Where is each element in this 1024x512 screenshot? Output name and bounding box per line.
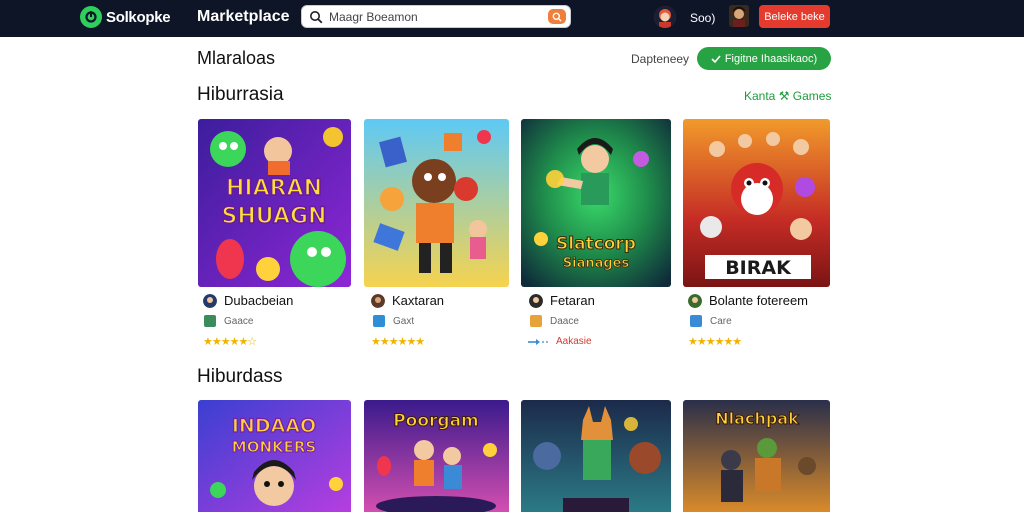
genre-icon bbox=[373, 315, 385, 327]
search-submit-button[interactable] bbox=[548, 9, 566, 24]
card-developer-row: Kaxtaran bbox=[371, 293, 444, 308]
header-cta-button[interactable]: Beleke beke bbox=[759, 5, 830, 28]
search-bar bbox=[301, 5, 571, 28]
card-genre-row: Care bbox=[690, 315, 732, 327]
card-developer-row: Fetaran bbox=[529, 293, 595, 308]
game-card-thumbnail[interactable] bbox=[364, 119, 509, 287]
card-art-title-line2: Sianages bbox=[563, 256, 630, 271]
card-art-title-line1: INDAAO bbox=[232, 415, 316, 437]
game-card-thumbnail[interactable]: Nlachpak bbox=[683, 400, 830, 512]
game-card-thumbnail[interactable]: HIARAN SHUAGN bbox=[198, 119, 351, 287]
search-icon bbox=[310, 10, 323, 23]
card-developer-row: Dubacbeian bbox=[203, 293, 293, 308]
genre-label: Daace bbox=[550, 315, 579, 327]
genre-label: Care bbox=[710, 315, 732, 327]
card-art-title-line1: HIARAN bbox=[226, 176, 322, 201]
game-card-thumbnail[interactable]: INDAAO MONKERS bbox=[198, 400, 351, 512]
page-title: Mlaraloas bbox=[197, 48, 276, 68]
rating-stars: ★★★★★★ bbox=[371, 336, 425, 348]
genre-label: Gaxt bbox=[393, 315, 415, 327]
plus-icon bbox=[711, 54, 721, 63]
brand-name: Solkopke bbox=[106, 8, 171, 26]
search-submit-icon bbox=[552, 12, 562, 21]
top-navigation-bar: Solkopke Marketplace Soo) Beleke beke bbox=[0, 0, 1024, 37]
section-see-all-link[interactable]: Kanta ⚒ Games bbox=[744, 89, 831, 103]
genre-icon bbox=[690, 315, 702, 327]
primary-action-button[interactable]: Figitne Ihaasikaoc) bbox=[697, 47, 831, 70]
card-genre-row: Daace bbox=[530, 315, 579, 327]
rating-label: Aakasie bbox=[556, 336, 592, 347]
primary-action-label: Figitne Ihaasikaoc) bbox=[724, 52, 818, 65]
card-art-title: Nlachpak bbox=[715, 409, 799, 428]
developer-avatar bbox=[203, 293, 217, 308]
filter-dropdown[interactable]: Dapteneey bbox=[631, 52, 689, 66]
card-art-title-line2: SHUAGN bbox=[222, 204, 327, 229]
card-genre-row: Gaxt bbox=[373, 315, 414, 327]
user-name[interactable]: Soo) bbox=[690, 11, 715, 25]
trend-icon bbox=[528, 339, 550, 345]
game-card-thumbnail[interactable] bbox=[521, 400, 671, 512]
game-card-thumbnail[interactable]: BIRAK bbox=[683, 119, 830, 287]
developer-avatar bbox=[688, 293, 702, 308]
nav-marketplace-link[interactable]: Marketplace bbox=[197, 8, 290, 26]
genre-label: Gaace bbox=[224, 315, 254, 327]
developer-name[interactable]: Kaxtaran bbox=[392, 293, 444, 308]
section-title-1: Hiburrasia bbox=[197, 84, 284, 105]
card-art-title: BIRAK bbox=[725, 257, 792, 279]
game-card-thumbnail[interactable]: Slatcorp Sianages bbox=[521, 119, 671, 287]
card-art-title: Poorgam bbox=[393, 411, 479, 431]
card-developer-row: Bolante fotereem bbox=[688, 293, 808, 308]
rating-stars: ★★★★★★ bbox=[688, 336, 742, 348]
genre-icon bbox=[204, 315, 216, 327]
genre-icon bbox=[530, 315, 542, 327]
logo-icon bbox=[80, 6, 102, 28]
developer-name[interactable]: Bolante fotereem bbox=[709, 293, 808, 308]
card-genre-row: Gaace bbox=[204, 315, 253, 327]
rating-stars: ★★★★★☆ bbox=[203, 336, 257, 348]
developer-avatar bbox=[371, 293, 385, 308]
card-art-title-line1: Slatcorp bbox=[556, 234, 636, 254]
developer-name[interactable]: Fetaran bbox=[550, 293, 595, 308]
brand-logo[interactable]: Solkopke bbox=[80, 6, 171, 28]
developer-avatar bbox=[529, 293, 543, 308]
search-input[interactable] bbox=[329, 9, 543, 24]
section-title-2: Hiburdass bbox=[197, 366, 283, 387]
card-art-title-line2: MONKERS bbox=[232, 438, 316, 456]
game-card-thumbnail[interactable]: Poorgam bbox=[364, 400, 509, 512]
developer-name[interactable]: Dubacbeian bbox=[224, 293, 293, 308]
user-avatar[interactable] bbox=[654, 6, 676, 28]
profile-thumbnail[interactable] bbox=[729, 5, 749, 27]
